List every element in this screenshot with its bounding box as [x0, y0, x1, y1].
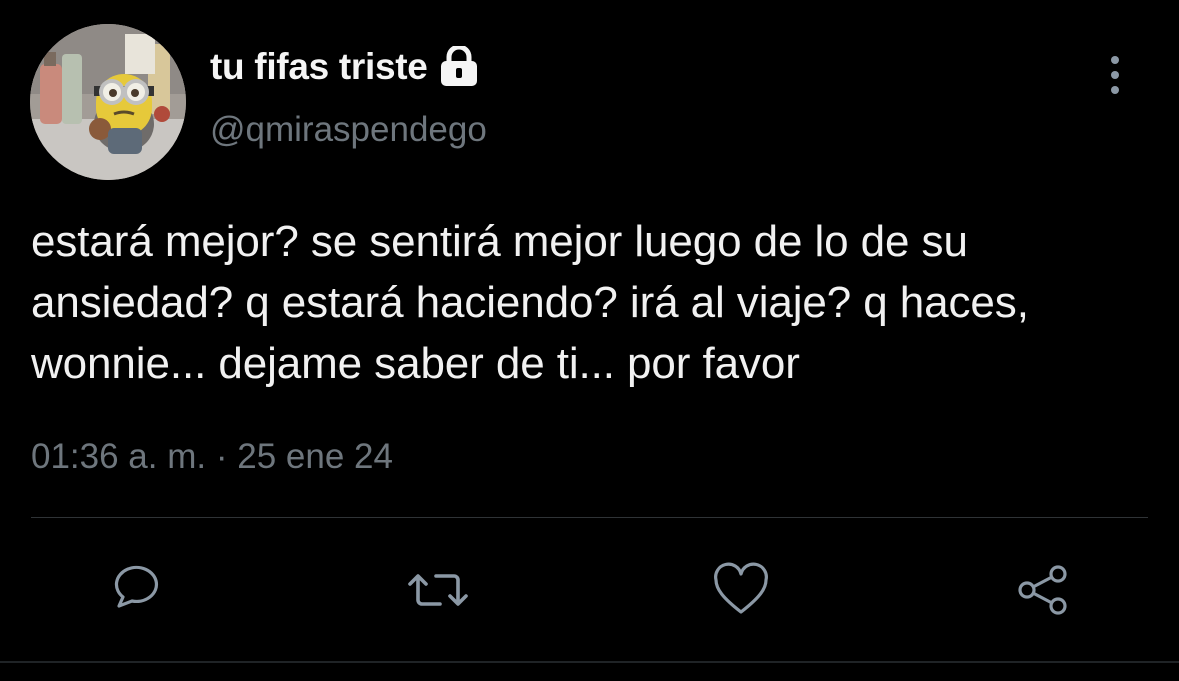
- heart-icon: [711, 560, 771, 620]
- user-handle[interactable]: @qmiraspendego: [210, 110, 487, 150]
- avatar[interactable]: [30, 24, 186, 180]
- tweet-timestamp: 01:36 a. m. · 25 ene 24: [31, 437, 393, 477]
- bottom-divider: [0, 661, 1179, 663]
- tweet-detail: tu fifas triste @qmiraspendego estará me…: [0, 0, 1179, 681]
- share-button[interactable]: [1011, 558, 1075, 622]
- tweet-date: 25 ene 24: [237, 437, 393, 476]
- share-icon: [1013, 560, 1073, 620]
- reply-button[interactable]: [103, 558, 167, 622]
- reply-icon: [105, 560, 165, 620]
- display-name-row: tu fifas triste: [210, 44, 480, 90]
- tweet-text: estará mejor? se sentirá mejor luego de …: [31, 217, 1041, 388]
- more-options-icon[interactable]: [1100, 54, 1130, 96]
- divider: [31, 517, 1148, 518]
- tweet-time: 01:36 a. m.: [31, 437, 207, 476]
- retweet-icon: [406, 560, 470, 620]
- display-name[interactable]: tu fifas triste: [210, 46, 428, 88]
- retweet-button[interactable]: [406, 558, 470, 622]
- lock-icon: [438, 44, 480, 88]
- like-button[interactable]: [709, 558, 773, 622]
- meta-separator: ·: [215, 437, 228, 476]
